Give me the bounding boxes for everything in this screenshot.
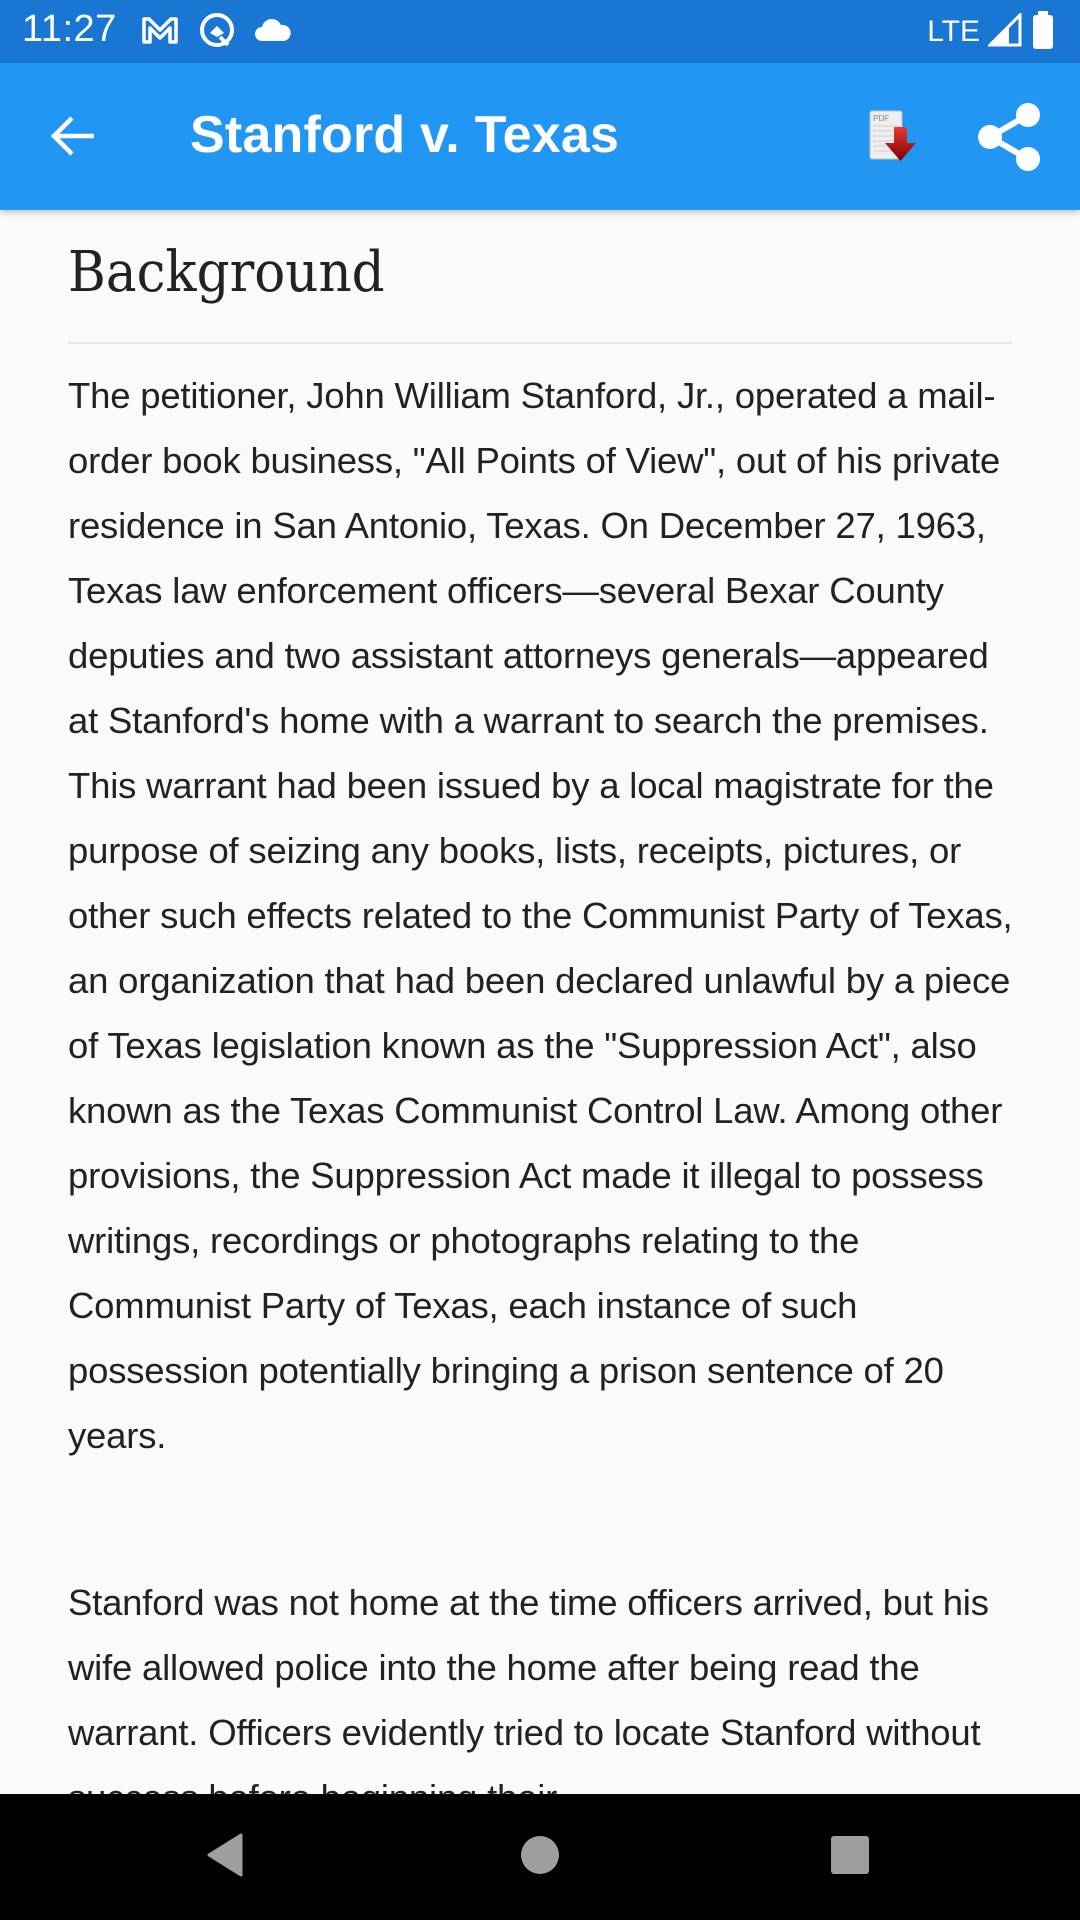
notification-icons <box>140 12 292 52</box>
triangle-back-icon <box>205 1833 245 1882</box>
page-title: Stanford v. Texas <box>190 106 620 164</box>
nav-recents-button[interactable] <box>815 1822 885 1892</box>
nav-home-button[interactable] <box>505 1822 575 1892</box>
heading-divider <box>68 342 1012 344</box>
status-bar: 11:27 LTE <box>0 0 1080 63</box>
article-paragraph: The petitioner, John William Stanford, J… <box>68 375 1013 1456</box>
status-time: 11:27 <box>22 8 117 50</box>
nav-back-button[interactable] <box>190 1822 260 1892</box>
arrow-back-icon <box>50 115 96 162</box>
article-paragraph: Stanford was not home at the time office… <box>68 1582 989 1794</box>
article-content[interactable]: Background The petitioner, John William … <box>0 210 1080 1794</box>
square-recents-icon <box>830 1835 870 1880</box>
back-button[interactable] <box>36 103 110 173</box>
quick-access-icon <box>198 11 236 54</box>
pdf-download-icon: PDF <box>860 110 928 177</box>
signal-icon <box>986 10 1022 52</box>
download-pdf-button[interactable]: PDF <box>860 105 928 173</box>
section-heading: Background <box>68 240 385 305</box>
share-button[interactable] <box>966 95 1050 179</box>
network-type: LTE <box>927 15 980 48</box>
battery-icon <box>1030 10 1056 54</box>
share-icon <box>966 103 1050 183</box>
navigation-bar <box>0 1794 1080 1920</box>
svg-text:PDF: PDF <box>873 114 889 123</box>
app-bar: Stanford v. Texas PDF <box>0 63 1080 210</box>
system-icons: LTE <box>927 10 1056 54</box>
cloud-icon <box>254 17 292 48</box>
circle-home-icon <box>520 1835 560 1880</box>
gmail-icon <box>140 15 180 50</box>
